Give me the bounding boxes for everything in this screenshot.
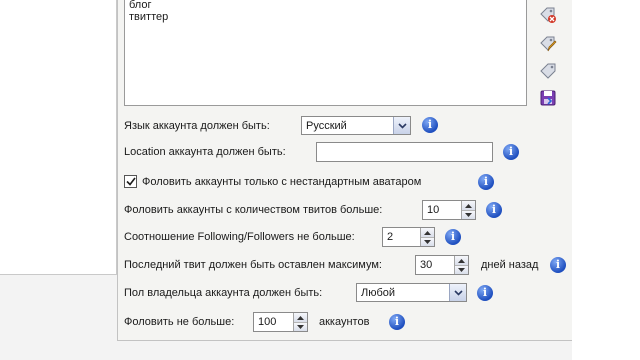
ratio-label: Соотношение Following/Followers не больш… bbox=[124, 231, 355, 243]
info-icon[interactable]: i bbox=[503, 144, 519, 160]
tag-remove-icon[interactable] bbox=[539, 6, 557, 24]
stepper-down-icon[interactable] bbox=[462, 210, 475, 219]
info-icon[interactable]: i bbox=[445, 229, 461, 245]
max-follow-stepper[interactable]: 100 bbox=[253, 312, 308, 332]
avatar-checkbox[interactable] bbox=[124, 175, 137, 188]
stepper-down-icon[interactable] bbox=[294, 322, 307, 331]
last-tweet-suffix: дней назад bbox=[481, 259, 539, 271]
tweets-count-value: 10 bbox=[427, 204, 440, 216]
language-label: Язык аккаунта должен быть: bbox=[124, 120, 270, 132]
left-pane bbox=[0, 0, 117, 275]
language-value: Русский bbox=[306, 120, 347, 132]
max-follow-suffix: аккаунтов bbox=[319, 316, 370, 328]
location-label: Location аккаунта должен быть: bbox=[124, 146, 286, 158]
gender-select[interactable]: Любой bbox=[356, 283, 467, 302]
gender-label: Пол владельца аккаунта должен быть: bbox=[124, 287, 323, 299]
info-icon[interactable]: i bbox=[550, 257, 566, 273]
max-follow-label: Фоловить не больше: bbox=[124, 316, 235, 328]
last-tweet-label: Последний твит должен быть оставлен макс… bbox=[124, 259, 382, 271]
language-select[interactable]: Русский bbox=[301, 116, 411, 135]
tag-edit-icon[interactable] bbox=[539, 35, 557, 53]
stepper-down-icon[interactable] bbox=[421, 237, 434, 246]
max-follow-value: 100 bbox=[258, 316, 277, 328]
chevron-down-icon[interactable] bbox=[393, 117, 410, 134]
keyword-line: твиттер bbox=[129, 11, 169, 23]
stepper-down-icon[interactable] bbox=[455, 265, 468, 274]
gender-value: Любой bbox=[361, 287, 396, 299]
tweets-count-label: Фоловить аккаунты с количеством твитов б… bbox=[124, 204, 383, 216]
stepper-up-icon[interactable] bbox=[294, 313, 307, 322]
info-icon[interactable]: i bbox=[477, 285, 493, 301]
tweets-count-stepper[interactable]: 10 bbox=[422, 200, 476, 220]
right-pane bbox=[572, 0, 640, 360]
last-tweet-stepper[interactable]: 30 bbox=[415, 255, 469, 275]
stepper-up-icon[interactable] bbox=[462, 201, 475, 210]
keyword-line: блог bbox=[129, 0, 152, 11]
tag-icon[interactable] bbox=[539, 62, 557, 80]
stepper-up-icon[interactable] bbox=[455, 256, 468, 265]
last-tweet-value: 30 bbox=[420, 259, 433, 271]
chevron-down-icon[interactable] bbox=[449, 284, 466, 301]
avatar-label[interactable]: Фоловить аккаунты только с нестандартным… bbox=[142, 175, 421, 189]
keywords-textarea[interactable]: блог твиттер bbox=[124, 0, 527, 106]
location-input[interactable] bbox=[316, 142, 493, 162]
info-icon[interactable]: i bbox=[486, 202, 502, 218]
info-icon[interactable]: i bbox=[389, 314, 405, 330]
info-icon[interactable]: i bbox=[478, 174, 494, 190]
stepper-up-icon[interactable] bbox=[421, 228, 434, 237]
ratio-stepper[interactable]: 2 bbox=[382, 227, 435, 247]
info-icon[interactable]: i bbox=[422, 117, 438, 133]
save-icon[interactable] bbox=[539, 89, 557, 107]
ratio-value: 2 bbox=[387, 231, 394, 243]
